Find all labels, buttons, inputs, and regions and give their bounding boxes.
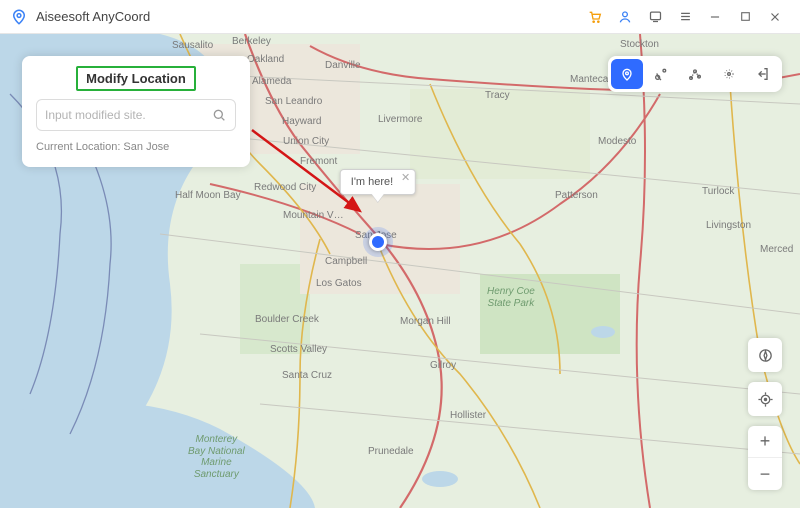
one-stop-mode-button[interactable]: [645, 59, 677, 89]
app-title: Aiseesoft AnyCoord: [36, 9, 150, 24]
location-marker[interactable]: [369, 233, 387, 251]
minimize-icon[interactable]: [700, 2, 730, 32]
joystick-mode-button[interactable]: [713, 59, 745, 89]
exit-mode-button[interactable]: [747, 59, 779, 89]
menu-icon[interactable]: [670, 2, 700, 32]
modify-location-mode-button[interactable]: [611, 59, 643, 89]
panel-title: Modify Location: [76, 66, 196, 91]
map-viewport[interactable]: Sausalito Berkeley Oakland Alameda San L…: [0, 34, 800, 508]
location-search-input[interactable]: [45, 108, 211, 122]
search-field-row: [36, 99, 236, 131]
feedback-icon[interactable]: [640, 2, 670, 32]
zoom-out-button[interactable]: −: [748, 458, 782, 490]
marker-popup: I'm here! ✕: [340, 169, 416, 202]
cart-icon[interactable]: [580, 2, 610, 32]
search-icon[interactable]: [211, 107, 227, 123]
title-bar: Aiseesoft AnyCoord: [0, 0, 800, 34]
current-location-label: Current Location: San Jose: [36, 141, 236, 153]
multi-stop-mode-button[interactable]: [679, 59, 711, 89]
account-icon[interactable]: [610, 2, 640, 32]
zoom-in-button[interactable]: +: [748, 426, 782, 458]
mode-toolbar: [608, 56, 782, 92]
zoom-control: + −: [748, 426, 782, 490]
close-icon[interactable]: [760, 2, 790, 32]
maximize-icon[interactable]: [730, 2, 760, 32]
popup-close-icon[interactable]: ✕: [401, 173, 410, 184]
popup-text: I'm here!: [351, 176, 393, 188]
locate-me-button[interactable]: [748, 382, 782, 416]
app-logo-icon: [10, 8, 28, 26]
compass-button[interactable]: [748, 338, 782, 372]
modify-location-panel: Modify Location Current Location: San Jo…: [22, 56, 250, 167]
map-controls: + −: [748, 338, 782, 490]
